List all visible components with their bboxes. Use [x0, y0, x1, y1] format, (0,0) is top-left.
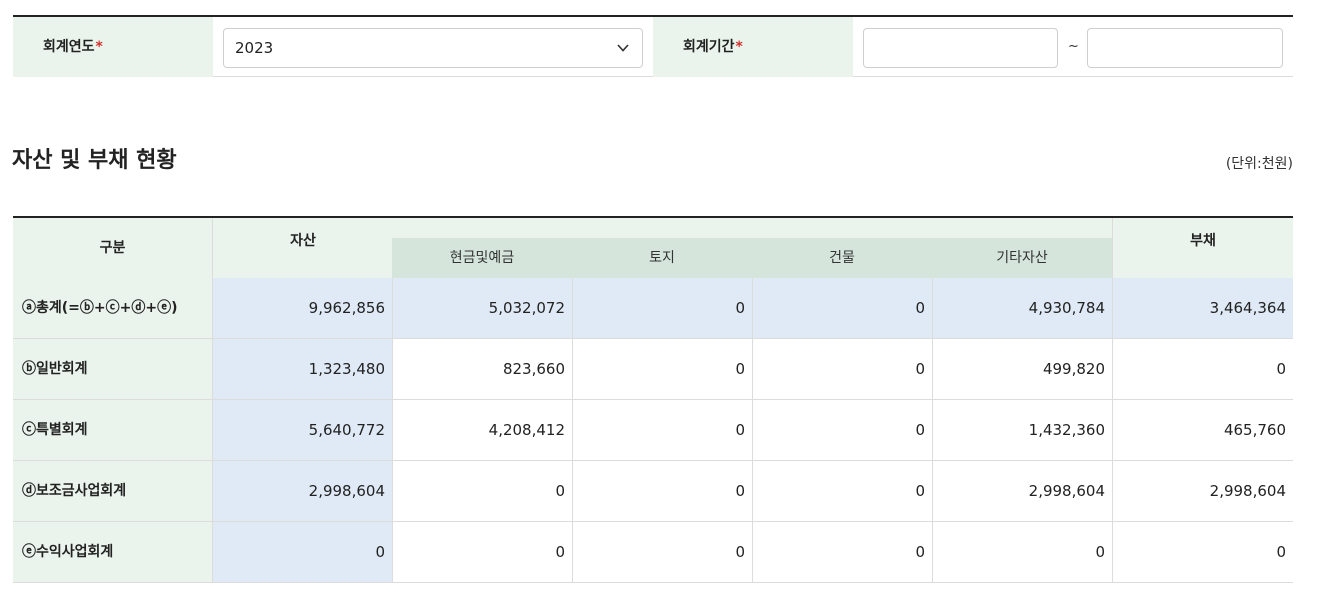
fiscal-year-select[interactable]: 2023 [223, 28, 643, 68]
header-land: 토지 [572, 238, 752, 278]
fiscal-year-label: 회계연도* [13, 17, 213, 77]
header-cash: 현금및예금 [392, 238, 572, 278]
cell-cash: 823,660 [392, 339, 572, 399]
cell-liabilities: 465,760 [1112, 400, 1293, 460]
cell-building: 0 [752, 278, 932, 338]
header-other-assets: 기타자산 [932, 238, 1112, 278]
row-label: ⓑ일반회계 [13, 339, 212, 399]
cell-other-assets: 4,930,784 [932, 278, 1112, 338]
unit-note: (단위:천원) [1225, 156, 1293, 172]
cell-building: 0 [752, 400, 932, 460]
cell-land: 0 [572, 278, 752, 338]
fiscal-period-label: 회계기간* [653, 17, 853, 77]
cell-land: 0 [572, 522, 752, 582]
header-liabilities-text: 부채 [1190, 233, 1216, 249]
cell-cash: 4,208,412 [392, 400, 572, 460]
cell-assets: 9,962,856 [212, 278, 392, 338]
row-label: ⓐ총계(=ⓑ+ⓒ+ⓓ+ⓔ) [13, 278, 212, 338]
cell-assets: 0 [212, 522, 392, 582]
cell-liabilities: 3,464,364 [1112, 278, 1293, 338]
cell-cash: 0 [392, 461, 572, 521]
cell-liabilities: 0 [1112, 339, 1293, 399]
cell-assets: 5,640,772 [212, 400, 392, 460]
header-category: 구분 [13, 218, 212, 278]
chevron-down-icon [617, 44, 629, 52]
required-mark: * [735, 39, 743, 55]
cell-cash: 0 [392, 522, 572, 582]
header-building: 건물 [752, 238, 932, 278]
cell-land: 0 [572, 339, 752, 399]
row-label: ⓓ보조금사업회계 [13, 461, 212, 521]
filter-bar: 회계연도* 2023 회계기간* ~ [13, 15, 1293, 77]
row-label: ⓔ수익사업회계 [13, 522, 212, 582]
header-assets: 자산 [290, 233, 316, 249]
cell-liabilities: 2,998,604 [1112, 461, 1293, 521]
cell-other-assets: 1,432,360 [932, 400, 1112, 460]
table-row-revenue: ⓔ수익사업회계 0 0 0 0 0 0 [13, 522, 1293, 583]
required-mark: * [95, 39, 103, 55]
period-separator: ~ [1068, 39, 1079, 54]
cell-building: 0 [752, 339, 932, 399]
period-end-input[interactable] [1087, 28, 1283, 68]
cell-other-assets: 2,998,604 [932, 461, 1112, 521]
cell-assets: 2,998,604 [212, 461, 392, 521]
section-title: 자산 및 부채 현황 [12, 148, 177, 173]
row-label: ⓒ특별회계 [13, 400, 212, 460]
fiscal-year-label-text: 회계연도 [43, 39, 95, 55]
cell-building: 0 [752, 461, 932, 521]
assets-liabilities-table: 구분 자산 현금및예금 토지 건물 기타자산 부채 ⓐ총계(=ⓑ+ⓒ+ⓓ+ⓔ) … [13, 216, 1293, 583]
cell-other-assets: 0 [932, 522, 1112, 582]
fiscal-year-value: 2023 [235, 39, 274, 57]
header-liabilities: 부채 [1112, 218, 1293, 278]
table-row-special: ⓒ특별회계 5,640,772 4,208,412 0 0 1,432,360 … [13, 400, 1293, 461]
period-start-input[interactable] [863, 28, 1058, 68]
cell-assets: 1,323,480 [212, 339, 392, 399]
table-row-total: ⓐ총계(=ⓑ+ⓒ+ⓓ+ⓔ) 9,962,856 5,032,072 0 0 4,… [13, 278, 1293, 339]
cell-land: 0 [572, 400, 752, 460]
table-row-general: ⓑ일반회계 1,323,480 823,660 0 0 499,820 0 [13, 339, 1293, 400]
cell-liabilities: 0 [1112, 522, 1293, 582]
cell-land: 0 [572, 461, 752, 521]
table-row-subsidy: ⓓ보조금사업회계 2,998,604 0 0 0 2,998,604 2,998… [13, 461, 1293, 522]
fiscal-period-label-text: 회계기간 [683, 39, 735, 55]
cell-building: 0 [752, 522, 932, 582]
cell-other-assets: 499,820 [932, 339, 1112, 399]
cell-cash: 5,032,072 [392, 278, 572, 338]
